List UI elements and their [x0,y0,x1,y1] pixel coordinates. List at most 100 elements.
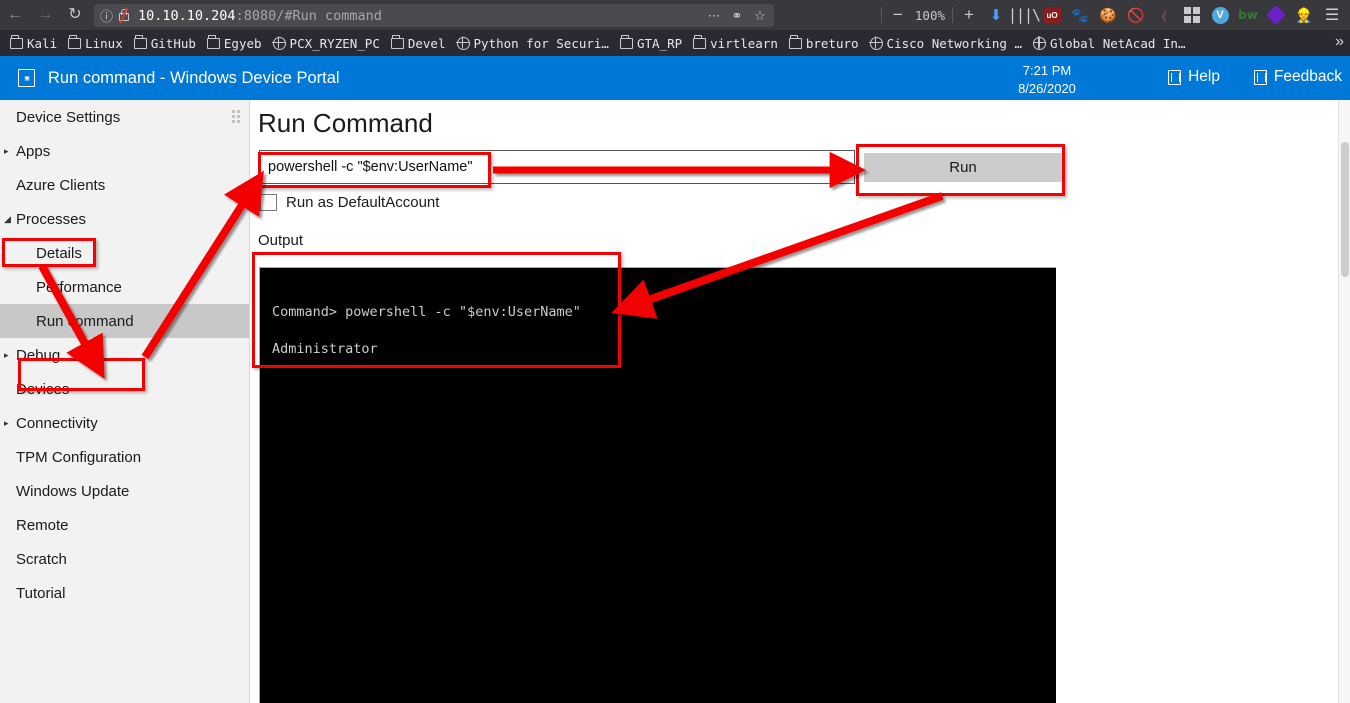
grid-add-icon[interactable] [1178,0,1206,30]
bookmark-item[interactable]: Devel [387,32,453,54]
globe-icon [457,37,470,50]
feedback-label: Feedback [1274,68,1342,86]
hamburger-menu-icon[interactable]: ☰ [1318,0,1346,30]
toolbar-divider-2 [952,7,953,23]
library-icon[interactable]: |||\ [1010,0,1038,30]
console-line: Command> powershell -c "$env:UserName" [272,294,1056,331]
bookmark-label: PCX_RYZEN_PC [290,36,380,51]
vivaldi-v-icon[interactable]: V [1206,0,1234,30]
sidebar-item-performance[interactable]: Performance [0,270,249,304]
run-button[interactable]: Run [863,152,1063,183]
bw-icon[interactable]: bw [1234,0,1262,30]
sidebar-item-debug[interactable]: Debug [0,338,249,372]
console-output: Command> powershell -c "$env:UserName"Ad… [259,267,1056,703]
info-icon[interactable]: ⓘ [100,6,113,25]
address-bar-text: 10.10.10.204:8080/#Run command [138,8,382,24]
browser-toolbar-right: − 100% + ⬇ |||\ uO 🐾 🍪 🚫 ⦉ V bw 👷 ☰ [878,0,1350,30]
person-icon[interactable]: 👷 [1290,0,1318,30]
bookmark-item[interactable]: virtlearn [689,32,785,54]
forward-icon[interactable]: → [30,0,60,30]
command-input[interactable] [259,150,855,184]
zoom-level-label[interactable]: 100% [911,8,949,23]
bookmark-item[interactable]: Kali [6,32,64,54]
sidebar-item-label: Debug [16,347,60,364]
noscript-icon[interactable]: 🚫 [1122,0,1150,30]
bookmark-item[interactable]: breturo [785,32,866,54]
sidebar-item-label: Tutorial [16,585,65,602]
ellipsis-icon[interactable]: ⋯ [704,6,724,26]
url-path: :8080/#Run command [236,8,382,24]
bubbles-icon[interactable]: ⦉ [1150,0,1178,30]
badger-icon[interactable]: 🐾 [1066,0,1094,30]
sidebar-item-connectivity[interactable]: Connectivity [0,406,249,440]
help-label: Help [1188,68,1220,86]
bookmark-item[interactable]: GTA_RP [616,32,689,54]
zoom-out-button[interactable]: − [885,0,911,30]
page-scrollbar-thumb[interactable] [1341,142,1349,277]
address-bar[interactable]: ⓘ 10.10.10.204:8080/#Run command ⋯ ⚭ ☆ [94,4,774,27]
bookmark-label: Linux [85,36,123,51]
sidebar-item-azure-clients[interactable]: Azure Clients [0,168,249,202]
sidebar-resize-grip[interactable] [232,110,242,126]
reader-shield-icon[interactable]: ⚭ [727,6,747,26]
folder-icon [693,38,706,49]
clock-date: 8/26/2020 [997,80,1097,98]
sidebar-item-remote[interactable]: Remote [0,508,249,542]
download-icon[interactable]: ⬇ [982,0,1010,30]
folder-icon [391,38,404,49]
toolbar-divider [881,7,882,23]
run-as-default-account-checkbox[interactable] [260,194,277,211]
sidebar-item-device-settings[interactable]: Device Settings [0,100,249,134]
sidebar-item-run-command[interactable]: Run command [0,304,249,338]
zoom-in-button[interactable]: + [956,0,982,30]
sidebar-item-windows-update[interactable]: Windows Update [0,474,249,508]
star-icon[interactable]: ☆ [750,6,770,26]
sidebar-item-scratch[interactable]: Scratch [0,542,249,576]
ublock-origin-icon[interactable]: uO [1038,0,1066,30]
diamond-icon[interactable] [1262,0,1290,30]
chevron-right-icon [4,419,9,428]
sidebar-item-label: Remote [16,517,69,534]
main-content: Run Command Run Run as DefaultAccount Ou… [250,100,1350,703]
help-link[interactable]: Help [1168,68,1220,86]
sidebar-item-label: Device Settings [16,109,120,126]
sidebar-item-apps[interactable]: Apps [0,134,249,168]
sidebar-item-details[interactable]: Details [0,236,249,270]
bookmark-item[interactable]: Egyeb [203,32,269,54]
cookie-icon[interactable]: 🍪 [1094,0,1122,30]
bookmarks-overflow-icon[interactable]: » [1335,33,1344,51]
output-label: Output [258,232,303,249]
bookmark-label: breturo [806,36,859,51]
back-icon[interactable]: ← [0,0,30,30]
folder-icon [620,38,633,49]
sidebar-item-tpm-configuration[interactable]: TPM Configuration [0,440,249,474]
bookmark-label: Kali [27,36,57,51]
page-scrollbar[interactable] [1338,100,1350,703]
sidebar-item-processes[interactable]: Processes [0,202,249,236]
run-as-default-account-row[interactable]: Run as DefaultAccount [260,194,439,211]
bookmark-item[interactable]: PCX_RYZEN_PC [269,32,387,54]
sidebar-item-devices[interactable]: Devices [0,372,249,406]
feedback-icon [1254,70,1267,85]
device-portal-icon: ▣ [18,69,35,87]
crossed-out-lock-icon[interactable] [118,8,131,23]
sidebar-item-label: Devices [16,381,69,398]
bookmark-label: Cisco Networking … [887,36,1022,51]
page-header-title: Run command - Windows Device Portal [48,69,340,88]
globe-icon [1033,37,1046,50]
page-title: Run Command [258,108,433,139]
feedback-link[interactable]: Feedback [1254,68,1342,86]
bookmark-item[interactable]: Global NetAcad In… [1029,32,1192,54]
sidebar-item-tutorial[interactable]: Tutorial [0,576,249,610]
bookmark-item[interactable]: Cisco Networking … [866,32,1029,54]
chevron-down-icon [4,215,11,224]
bookmark-item[interactable]: GitHub [130,32,203,54]
portal-header: ▣ Run command - Windows Device Portal 7:… [0,56,1350,100]
reload-icon[interactable]: ↻ [60,0,90,30]
console-line: Administrator [272,331,1056,368]
address-bar-actions: ⋯ ⚭ ☆ [704,4,770,27]
bookmark-item[interactable]: Linux [64,32,130,54]
bookmark-label: Global NetAcad In… [1050,36,1185,51]
bookmark-item[interactable]: Python for Securi… [453,32,616,54]
url-host: 10.10.10.204 [138,8,236,24]
